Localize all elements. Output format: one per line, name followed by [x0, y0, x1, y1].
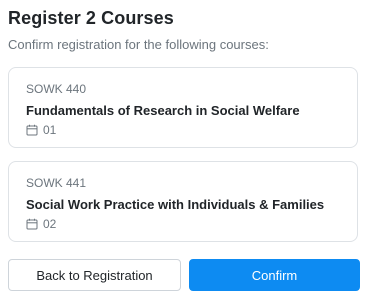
calendar-icon	[26, 218, 38, 230]
course-name: Social Work Practice with Individuals & …	[26, 197, 325, 212]
course-code: SOWK 440	[26, 82, 87, 96]
course-section-number: 01	[43, 123, 57, 137]
course-name: Fundamentals of Research in Social Welfa…	[26, 103, 300, 118]
dialog-subtitle: Confirm registration for the following c…	[8, 37, 269, 52]
course-code: SOWK 441	[26, 176, 87, 190]
dialog-title: Register 2 Courses	[8, 8, 174, 28]
confirm-button[interactable]: Confirm	[189, 259, 360, 291]
calendar-icon	[26, 124, 38, 136]
course-section: 01	[26, 123, 56, 137]
back-to-registration-button[interactable]: Back to Registration	[8, 259, 181, 291]
course-section-number: 02	[43, 217, 57, 231]
course-section: 02	[26, 217, 56, 231]
course-card: SOWK 440 Fundamentals of Research in Soc…	[8, 67, 358, 148]
course-card: SOWK 441 Social Work Practice with Indiv…	[8, 161, 358, 242]
